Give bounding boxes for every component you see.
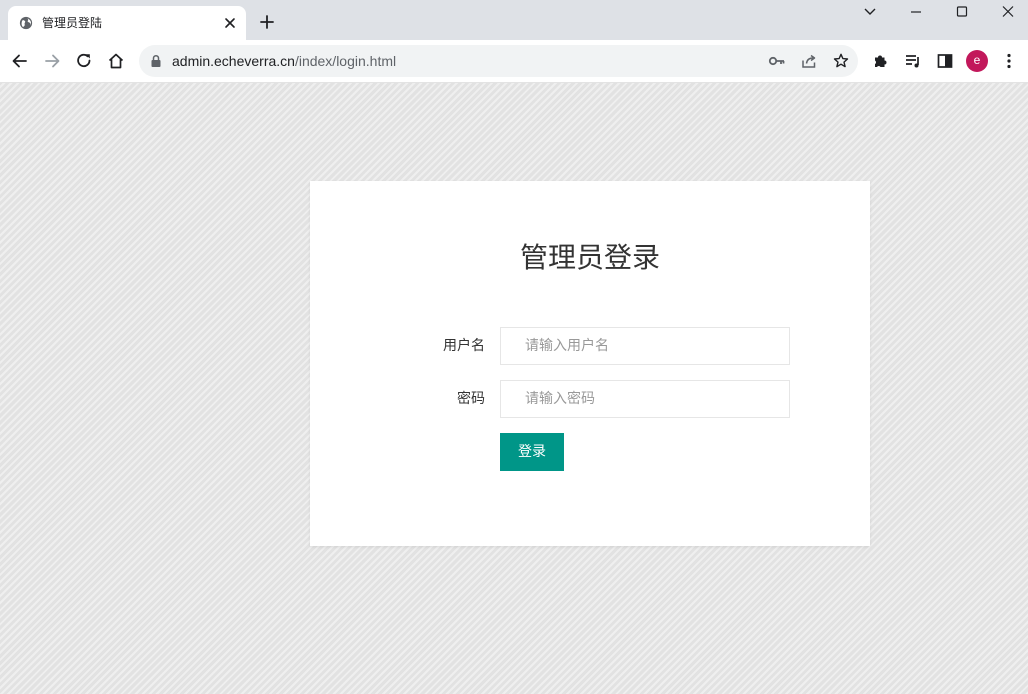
browser-tab[interactable]: 管理员登陆 xyxy=(8,6,246,40)
side-panel-icon[interactable] xyxy=(935,51,955,71)
maximize-icon[interactable] xyxy=(953,4,971,20)
url-path: /index/login.html xyxy=(294,53,397,69)
url-text[interactable]: admin.echeverra.cn/index/login.html xyxy=(172,52,396,70)
login-title: 管理员登录 xyxy=(519,241,660,274)
lock-icon[interactable] xyxy=(150,54,162,68)
tab-search-chevron-icon[interactable] xyxy=(861,4,879,20)
url-host: admin.echeverra.cn xyxy=(172,53,295,69)
share-icon[interactable] xyxy=(800,52,818,70)
back-arrow-icon[interactable] xyxy=(10,51,30,71)
bookmark-star-icon[interactable] xyxy=(832,52,850,70)
tab-title: 管理员登陆 xyxy=(42,16,103,30)
media-queue-icon[interactable] xyxy=(903,51,923,71)
username-label: 用户名 xyxy=(443,338,485,354)
extensions-puzzle-icon[interactable] xyxy=(871,51,891,71)
globe-icon xyxy=(19,16,33,30)
new-tab-plus-icon[interactable] xyxy=(258,13,276,31)
password-input[interactable] xyxy=(500,380,790,418)
login-submit-button[interactable]: 登录 xyxy=(500,433,564,471)
page-background: 管理员登录 用户名 密码 登录 xyxy=(0,83,1028,694)
kebab-menu-icon[interactable] xyxy=(999,51,1019,71)
password-label: 密码 xyxy=(457,391,485,407)
browser-toolbar: admin.echeverra.cn/index/login.html e xyxy=(0,40,1028,83)
key-icon[interactable] xyxy=(768,52,786,70)
minimize-icon[interactable] xyxy=(907,4,925,20)
close-tab-icon[interactable] xyxy=(222,15,238,31)
profile-avatar[interactable]: e xyxy=(966,50,988,72)
forward-arrow-icon[interactable] xyxy=(42,51,62,71)
home-icon[interactable] xyxy=(106,51,126,71)
login-card: 管理员登录 用户名 密码 登录 xyxy=(310,181,870,546)
username-input[interactable] xyxy=(500,327,790,365)
address-bar[interactable]: admin.echeverra.cn/index/login.html xyxy=(139,45,858,77)
tab-strip: 管理员登陆 xyxy=(0,0,1028,40)
close-window-icon[interactable] xyxy=(999,4,1017,20)
reload-icon[interactable] xyxy=(74,51,94,71)
